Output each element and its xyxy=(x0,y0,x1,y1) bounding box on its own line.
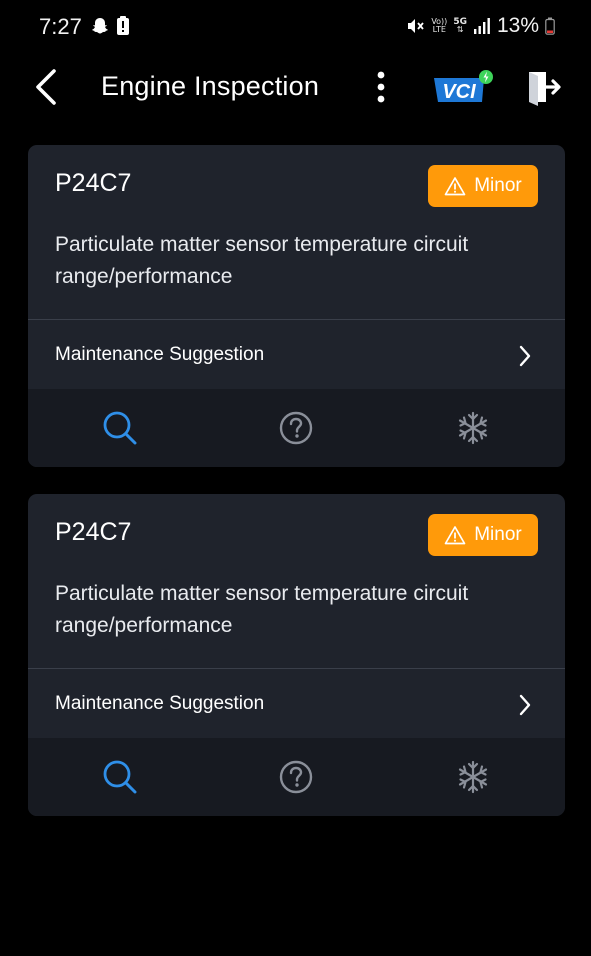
network-5g-icon: 5G ⇅ xyxy=(453,17,467,34)
signal-icon xyxy=(473,18,490,34)
back-arrow-icon[interactable] xyxy=(30,66,64,108)
vci-label: VCI xyxy=(442,81,476,103)
dtc-description: Particulate matter sensor temperature ci… xyxy=(55,582,469,637)
dtc-actions-bar xyxy=(28,738,565,816)
dtc-card-header: P24C7 Minor Particulate matter sensor te… xyxy=(28,145,565,319)
more-options-icon[interactable] xyxy=(370,68,392,108)
chevron-right-icon xyxy=(519,694,531,716)
status-system-icons: Vo)) LTE 5G ⇅ 13% xyxy=(405,14,555,38)
alert-battery-icon xyxy=(117,16,129,35)
status-notification-icons xyxy=(90,16,130,36)
maintenance-suggestion-row[interactable]: Maintenance Suggestion xyxy=(28,669,565,738)
warning-icon xyxy=(444,177,466,196)
maintenance-suggestion-label: Maintenance Suggestion xyxy=(55,693,265,714)
freeze-frame-icon[interactable] xyxy=(455,410,491,446)
dtc-card: P24C7 Minor Particulate matter sensor te… xyxy=(28,494,565,816)
dtc-card: P24C7 Minor Particulate matter sensor te… xyxy=(28,145,565,467)
chevron-right-icon xyxy=(519,345,531,367)
volte-icon: Vo)) LTE xyxy=(431,17,448,34)
mute-icon xyxy=(408,19,425,33)
exit-icon[interactable] xyxy=(524,68,562,106)
maintenance-suggestion-label: Maintenance Suggestion xyxy=(55,344,265,365)
status-bar: 7:27 Vo)) LTE 5G ⇅ 13% xyxy=(0,0,591,56)
help-icon[interactable] xyxy=(278,759,314,795)
vci-connection-icon[interactable]: VCI xyxy=(432,68,496,108)
freeze-frame-icon[interactable] xyxy=(455,759,491,795)
battery-icon xyxy=(545,17,555,35)
dtc-card-header: P24C7 Minor Particulate matter sensor te… xyxy=(28,494,565,668)
search-icon[interactable] xyxy=(102,410,138,446)
dtc-code: P24C7 xyxy=(55,169,132,197)
dtc-actions-bar xyxy=(28,389,565,467)
severity-badge: Minor xyxy=(428,165,538,207)
search-icon[interactable] xyxy=(102,759,138,795)
maintenance-suggestion-row[interactable]: Maintenance Suggestion xyxy=(28,320,565,389)
page-title: Engine Inspection xyxy=(101,71,320,101)
warning-icon xyxy=(444,526,466,545)
snapchat-icon xyxy=(92,18,108,34)
severity-label: Minor xyxy=(474,175,522,196)
battery-percent: 13% xyxy=(496,14,539,37)
status-time: 7:27 xyxy=(39,14,82,39)
severity-label: Minor xyxy=(474,524,522,545)
dtc-description: Particulate matter sensor temperature ci… xyxy=(55,233,469,288)
severity-badge: Minor xyxy=(428,514,538,556)
dtc-code: P24C7 xyxy=(55,518,132,546)
app-bar: Engine Inspection VCI xyxy=(0,56,591,120)
help-icon[interactable] xyxy=(278,410,314,446)
